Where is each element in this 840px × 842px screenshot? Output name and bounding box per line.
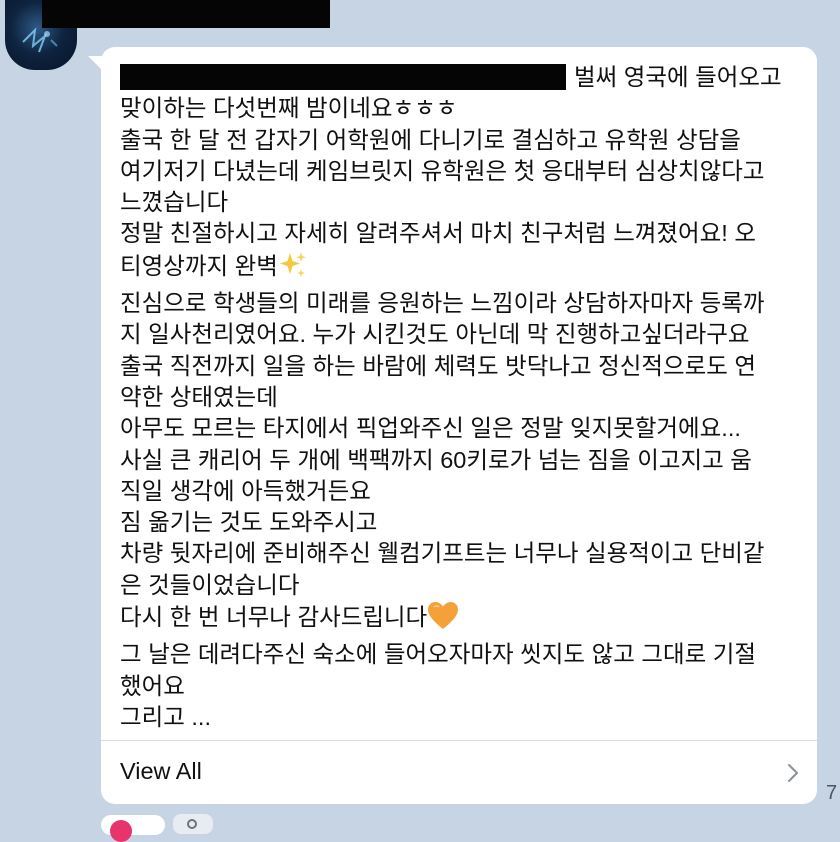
reaction-icon [110, 820, 132, 842]
message-line-text: 다시 한 번 너무나 감사드립니다 [120, 604, 428, 631]
chevron-right-icon [787, 763, 799, 788]
message-line: 느꼈습니다 [120, 189, 229, 216]
message-line: 정말 친절하시고 자세히 알려주셔서 마치 친구처럼 느껴졌어요! 오 [120, 220, 756, 247]
message-line: 아무도 모르는 타지에서 픽업와주신 일은 정말 잊지못할거에요... [120, 415, 741, 442]
message-line: 여기저기 다녔는데 케임브릿지 유학원은 첫 응대부터 심상치않다고 [120, 157, 765, 184]
message-line: 티영상까지 완벽 [120, 250, 800, 288]
message-line: 지 일사천리였어요. 누가 시킨것도 아닌데 막 진행하고싶더라구요 [120, 321, 750, 348]
message-line: 그 날은 데려다주신 숙소에 들어오자마자 씻지도 않고 그대로 기절 [120, 641, 756, 668]
message-line: 직일 생각에 아득했거든요 [120, 477, 371, 504]
orange-heart-emoji [427, 601, 459, 639]
sparkles-emoji [278, 250, 308, 288]
message-bubble: 벌써 영국에 들어오고 맞이하는 다섯번째 밤이네요ㅎㅎㅎ 출국 한 달 전 갑… [101, 47, 817, 804]
reaction-icon [187, 819, 197, 829]
reaction-chip[interactable] [173, 814, 213, 834]
message-line: 차량 뒷자리에 준비해주신 웰컴기프트는 너무나 실용적이고 단비같 [120, 540, 765, 567]
message-line: 은 것들이었습니다 [120, 571, 300, 598]
message-line: 다시 한 번 너무나 감사드립니다 [120, 601, 800, 639]
side-number: 7 [826, 782, 838, 804]
message-line: 진심으로 학생들의 미래를 응원하는 느낌이라 상담하자마자 등록까 [120, 290, 765, 317]
message-line: 약한 상태였는데 [120, 383, 278, 410]
message-line: 했어요 [120, 672, 185, 699]
message-line-text: 벌써 영국에 들어오고 [574, 64, 782, 90]
message-line-text: 티영상까지 완벽 [120, 252, 278, 279]
message-line: 벌써 영국에 들어오고 [120, 62, 800, 93]
reaction-chip[interactable] [101, 815, 165, 842]
redacted-text [120, 64, 566, 90]
message-line: 그리고 ... [120, 703, 211, 730]
message-text: 벌써 영국에 들어오고 맞이하는 다섯번째 밤이네요ㅎㅎㅎ 출국 한 달 전 갑… [120, 62, 800, 733]
message-line: 출국 직전까지 일을 하는 바람에 체력도 밧닥나고 정신적으로도 연 [120, 352, 756, 379]
message-line: 출국 한 달 전 갑자기 어학원에 다니기로 결심하고 유학원 상담을 [120, 126, 741, 153]
view-all-button[interactable]: View All [101, 741, 817, 804]
message-line: 맞이하는 다섯번째 밤이네요ㅎㅎㅎ [120, 95, 458, 122]
message-line: 짐 옮기는 것도 도와주시고 [120, 509, 378, 536]
message-line: 사실 큰 캐리어 두 개에 백팩까지 60키로가 넘는 짐을 이고지고 움 [120, 446, 752, 473]
view-all-label: View All [120, 758, 202, 784]
sender-name-redacted [42, 0, 330, 28]
